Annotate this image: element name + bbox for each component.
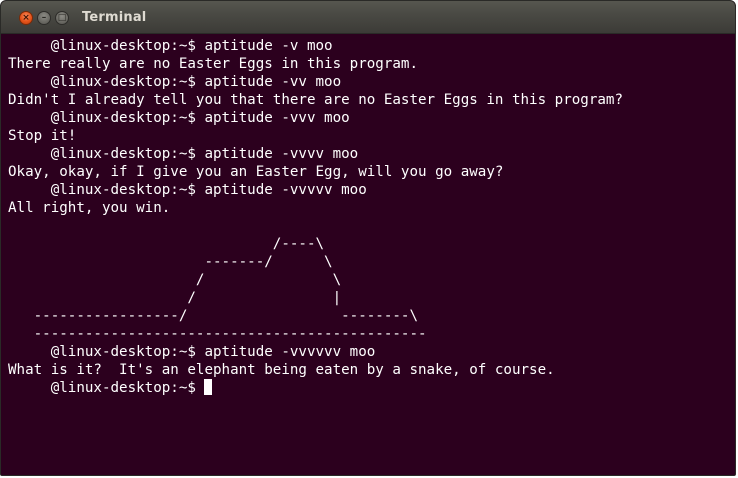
terminal-line: @linux-desktop:~$ aptitude -vvvvv moo xyxy=(8,182,367,198)
terminal-line: @linux-desktop:~$ aptitude -vvv moo xyxy=(8,110,350,126)
prompt-line[interactable]: @linux-desktop:~$ xyxy=(8,379,735,397)
ascii-art-line: /----\ xyxy=(8,236,325,252)
terminal-window: × – □ Terminal @linux-desktop:~$ aptitud… xyxy=(0,0,736,476)
title-bar[interactable]: × – □ Terminal xyxy=(1,1,735,34)
minimize-window-button[interactable]: – xyxy=(37,11,51,25)
window-title: Terminal xyxy=(82,10,147,25)
ascii-art-line: -----------------/ --------\ xyxy=(8,308,418,324)
terminal-line: Stop it! xyxy=(8,128,77,144)
ascii-art-line: / \ xyxy=(8,272,342,288)
terminal-line: @linux-desktop:~$ aptitude -vvvvvv moo xyxy=(8,344,376,360)
terminal-line: @linux-desktop:~$ aptitude -vvvv moo xyxy=(8,146,359,162)
terminal-line: There really are no Easter Eggs in this … xyxy=(8,56,418,72)
maximize-icon: □ xyxy=(57,12,67,23)
text-cursor xyxy=(204,379,213,395)
terminal-output[interactable]: @linux-desktop:~$ aptitude -v moo There … xyxy=(1,34,735,475)
minimize-icon: – xyxy=(41,12,47,23)
close-window-button[interactable]: × xyxy=(19,11,33,25)
terminal-line: All right, you win. xyxy=(8,200,171,216)
terminal-line: Okay, okay, if I give you an Easter Egg,… xyxy=(8,164,504,180)
terminal-line: @linux-desktop:~$ aptitude -vv moo xyxy=(8,74,342,90)
close-icon: × xyxy=(22,12,30,23)
ascii-art-line: ----------------------------------------… xyxy=(8,326,427,342)
terminal-line: Didn't I already tell you that there are… xyxy=(8,92,623,108)
terminal-line: What is it? It's an elephant being eaten… xyxy=(8,362,555,378)
terminal-line: @linux-desktop:~$ aptitude -v moo xyxy=(8,38,333,54)
ascii-art-line: -------/ \ xyxy=(8,254,333,270)
shell-prompt: @linux-desktop:~$ xyxy=(8,380,205,396)
ascii-art-line: / | xyxy=(8,290,342,306)
maximize-window-button[interactable]: □ xyxy=(55,11,69,25)
